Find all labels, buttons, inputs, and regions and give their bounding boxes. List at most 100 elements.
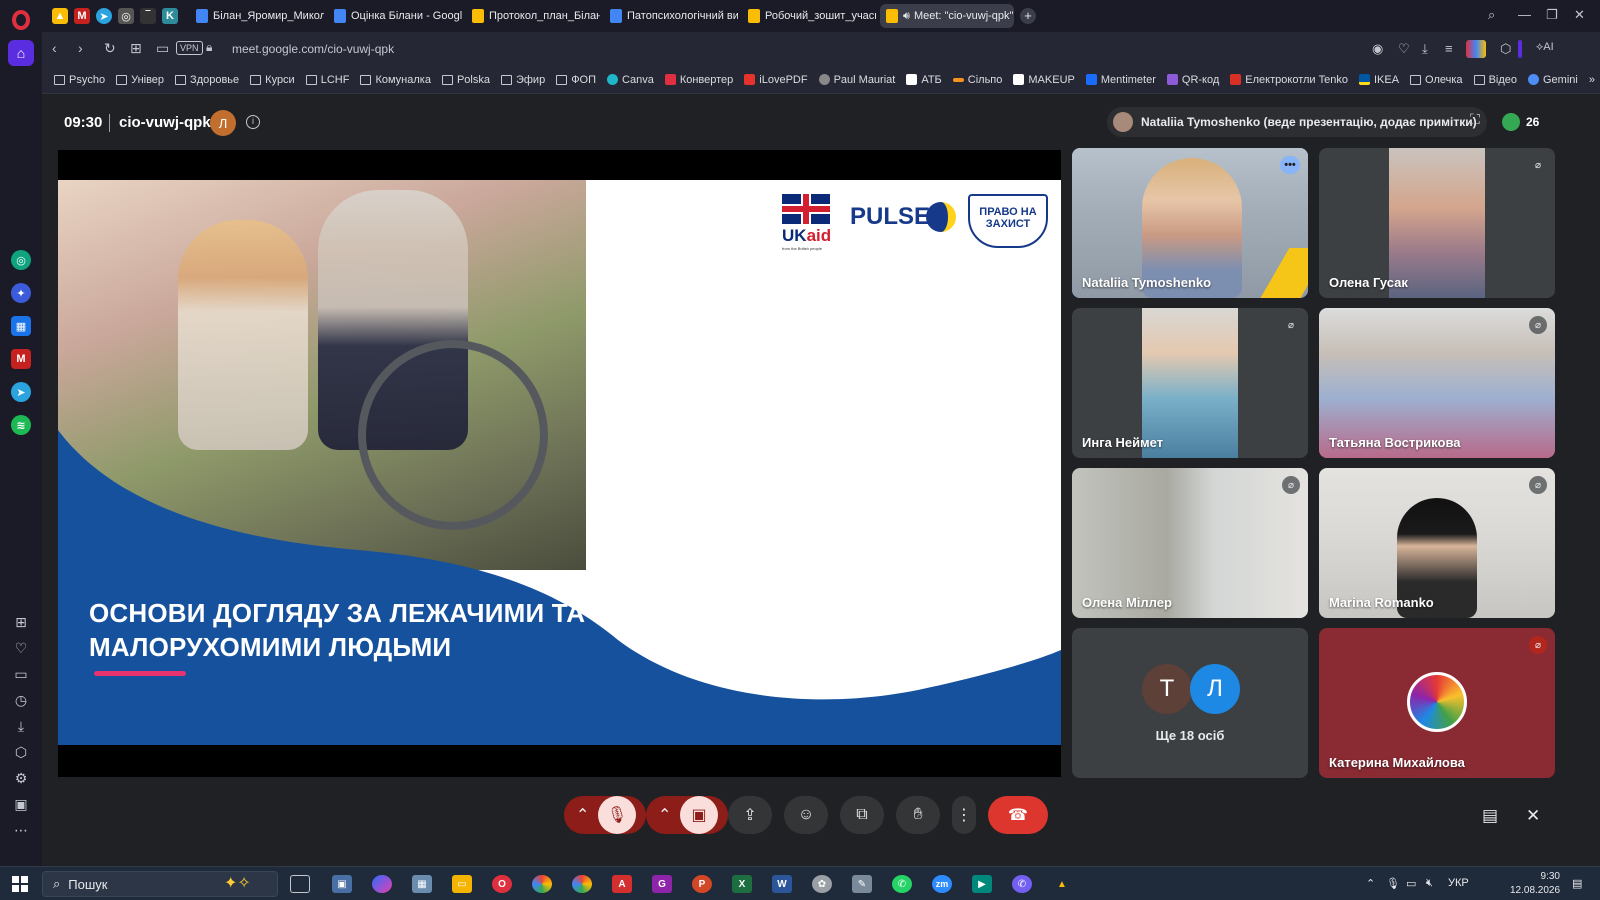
bookmark-mentimeter[interactable]: Mentimeter — [1085, 74, 1156, 86]
task-view-icon[interactable] — [290, 875, 310, 893]
downloads-icon[interactable]: ⤓ — [11, 716, 31, 736]
camera-icon[interactable]: ◉ — [1372, 41, 1383, 57]
bookmark-komunalka[interactable]: Комуналка — [360, 74, 431, 86]
menu-lines-icon[interactable]: ≡ — [1445, 41, 1453, 56]
reload-icon[interactable]: ↻ — [104, 40, 116, 57]
raise-hand-button[interactable]: ✋︎ — [896, 796, 940, 834]
more-icon[interactable]: ⋯ — [11, 820, 31, 840]
app-icon[interactable]: ▣ — [332, 875, 352, 893]
download-icon[interactable]: ⤓ — [1422, 41, 1428, 57]
chrome-profile-icon[interactable] — [572, 875, 592, 893]
bookmark-makeup[interactable]: MAKEUP — [1013, 74, 1075, 86]
bookmark-ikea[interactable]: IKEA — [1358, 74, 1399, 86]
app-icon[interactable]: ✿ — [812, 875, 832, 893]
tray-chevron-icon[interactable]: ⌃ — [1366, 877, 1375, 890]
search-tabs-icon[interactable]: ⌕ — [1488, 7, 1495, 23]
close-icon[interactable]: ✕ — [1574, 7, 1585, 23]
mic-toggle-button[interactable]: 🎙︎ — [598, 796, 636, 834]
bookmark-atb[interactable]: АТБ — [906, 74, 942, 86]
minimize-icon[interactable]: — — [1518, 7, 1531, 22]
sidebar-toggle-icon[interactable] — [1518, 40, 1522, 58]
camera-toggle-button[interactable]: ▣ — [680, 796, 718, 834]
network-icon[interactable]: ▭ — [1406, 877, 1416, 890]
profile-avatar-icon[interactable] — [1466, 40, 1486, 58]
back-icon[interactable]: ‹ — [52, 40, 57, 56]
app-icon[interactable]: G — [652, 875, 672, 893]
telegram-tab-icon[interactable]: ➤ — [96, 8, 112, 24]
copilot-icon[interactable] — [372, 875, 392, 893]
app-icon[interactable]: ▦ — [412, 875, 432, 893]
presentation-stage[interactable]: ОСНОВИ ДОГЛЯДУ ЗА ЛЕЖАЧИМИ ТА МАЛОРУХОМИ… — [58, 150, 1061, 777]
vpn-badge[interactable]: VPN — [176, 41, 203, 55]
new-tab-button[interactable]: + — [1020, 8, 1036, 24]
url-field[interactable]: meet.google.com/cio-vuwj-qpk — [232, 42, 394, 56]
presentation-off-icon[interactable]: ⛶ — [1470, 111, 1480, 128]
tab-robochyi-zoshyt[interactable]: Робочий_зошит_учасник — [742, 4, 876, 28]
tab-patopsyhologichnyi[interactable]: Патопсихологічний висн — [604, 4, 738, 28]
google-drive-icon[interactable]: ▲ — [1052, 875, 1072, 893]
pdf-icon[interactable]: A — [612, 875, 632, 893]
meet-app-icon[interactable]: ▶ — [972, 875, 992, 893]
snapshot-icon[interactable]: ▭ — [156, 40, 169, 57]
forward-icon[interactable]: › — [78, 40, 83, 56]
history-icon[interactable]: ◷ — [11, 690, 31, 710]
gmail-icon[interactable]: M — [11, 349, 31, 369]
tab-bilan[interactable]: Білан_Яромир_Миколаїв — [190, 4, 324, 28]
whatsapp-icon[interactable]: ✆ — [892, 875, 912, 893]
bookmark-qr[interactable]: QR-код — [1166, 74, 1219, 86]
volume-icon[interactable]: 🔇︎ — [1426, 877, 1433, 890]
bookmarks-overflow-icon[interactable]: » — [1589, 74, 1595, 86]
present-screen-button[interactable]: ⇪ — [728, 796, 772, 834]
lock-icon[interactable]: 🔒︎ — [206, 40, 212, 55]
bookmark-canva[interactable]: Canva — [607, 74, 654, 86]
powerpoint-icon[interactable]: P — [692, 875, 712, 893]
telegram-icon[interactable]: ➤ — [11, 382, 31, 402]
bookmark-konverter[interactable]: Конвертер — [664, 74, 733, 86]
spotify-icon[interactable]: ≋ — [11, 415, 31, 435]
extension-box-icon[interactable]: ⬡ — [1500, 41, 1511, 57]
bookmark-polska[interactable]: Polska — [441, 74, 490, 86]
captions-button[interactable]: ⧉ — [840, 796, 884, 834]
settings-icon[interactable]: ⚙ — [11, 768, 31, 788]
chrome-icon[interactable] — [532, 875, 552, 893]
tab-otsinka[interactable]: Оцінка Білани - Google Д — [328, 4, 462, 28]
app-icon[interactable]: ✎ — [852, 875, 872, 893]
more-options-icon[interactable]: ••• — [1280, 156, 1300, 174]
excel-icon[interactable]: X — [732, 875, 752, 893]
participant-tile[interactable]: ⌀ Олена Міллер — [1072, 468, 1308, 618]
instagram-icon[interactable]: ◎ — [118, 8, 134, 24]
viber-icon[interactable]: ✆ — [1012, 875, 1032, 893]
bookmark-heart-icon[interactable]: ♡ — [1398, 41, 1410, 57]
tab-grid-icon[interactable]: ⊞ — [130, 40, 142, 57]
leave-call-button[interactable]: ☎︎ — [988, 796, 1048, 834]
info-icon[interactable]: i — [246, 115, 260, 129]
activities-icon[interactable]: ✕ — [1526, 806, 1540, 826]
participant-tile[interactable]: ⌀ Катерина Михайлова — [1319, 628, 1555, 778]
calendar-icon[interactable]: ▦ — [11, 316, 31, 336]
zoom-icon[interactable]: zm — [932, 875, 952, 893]
bookmark-lchf[interactable]: LCHF — [305, 74, 349, 86]
bookmark-tenko[interactable]: Електрокотли Tenko — [1230, 74, 1348, 86]
bookmark-olechka[interactable]: Олечка — [1410, 74, 1463, 86]
notifications-icon[interactable]: ▤ — [1572, 877, 1582, 890]
home-icon[interactable]: ⌂ — [8, 40, 34, 66]
apps-icon[interactable]: ⊞ — [11, 612, 31, 632]
tray-mic-icon[interactable]: 🎙︎ — [1386, 877, 1400, 890]
wallet-icon[interactable]: ▣ — [11, 794, 31, 814]
tab-meet[interactable]: 🔊︎ Meet: "cio-vuwj-qpk" — [880, 4, 1014, 28]
bookmark-gemini[interactable]: Gemini — [1528, 74, 1578, 86]
bookmark-psycho[interactable]: Psycho — [54, 74, 105, 86]
participant-tile[interactable]: ⌀ Marina Romanko — [1319, 468, 1555, 618]
restore-icon[interactable]: ❐ — [1546, 7, 1558, 23]
opera-logo-icon[interactable] — [12, 10, 30, 30]
taskbar-clock[interactable]: 9:30 12.08.2026 — [1510, 870, 1560, 898]
reactions-button[interactable]: ☺ — [784, 796, 828, 834]
participant-tile[interactable]: ⌀ Олена Гусак — [1319, 148, 1555, 298]
tab-protokol[interactable]: Протокол_план_Білан_Яр — [466, 4, 600, 28]
bookmark-zdorove[interactable]: Здоровье — [175, 74, 239, 86]
pinned-tab-icon[interactable]: ‾ — [140, 8, 156, 24]
drive-icon[interactable]: ▲ — [52, 8, 68, 24]
presenter-chip[interactable]: Nataliia Tymoshenko (веде презентацію, д… — [1107, 107, 1487, 137]
word-icon[interactable]: W — [772, 875, 792, 893]
ai-button[interactable]: ⟡AI — [1536, 41, 1554, 54]
